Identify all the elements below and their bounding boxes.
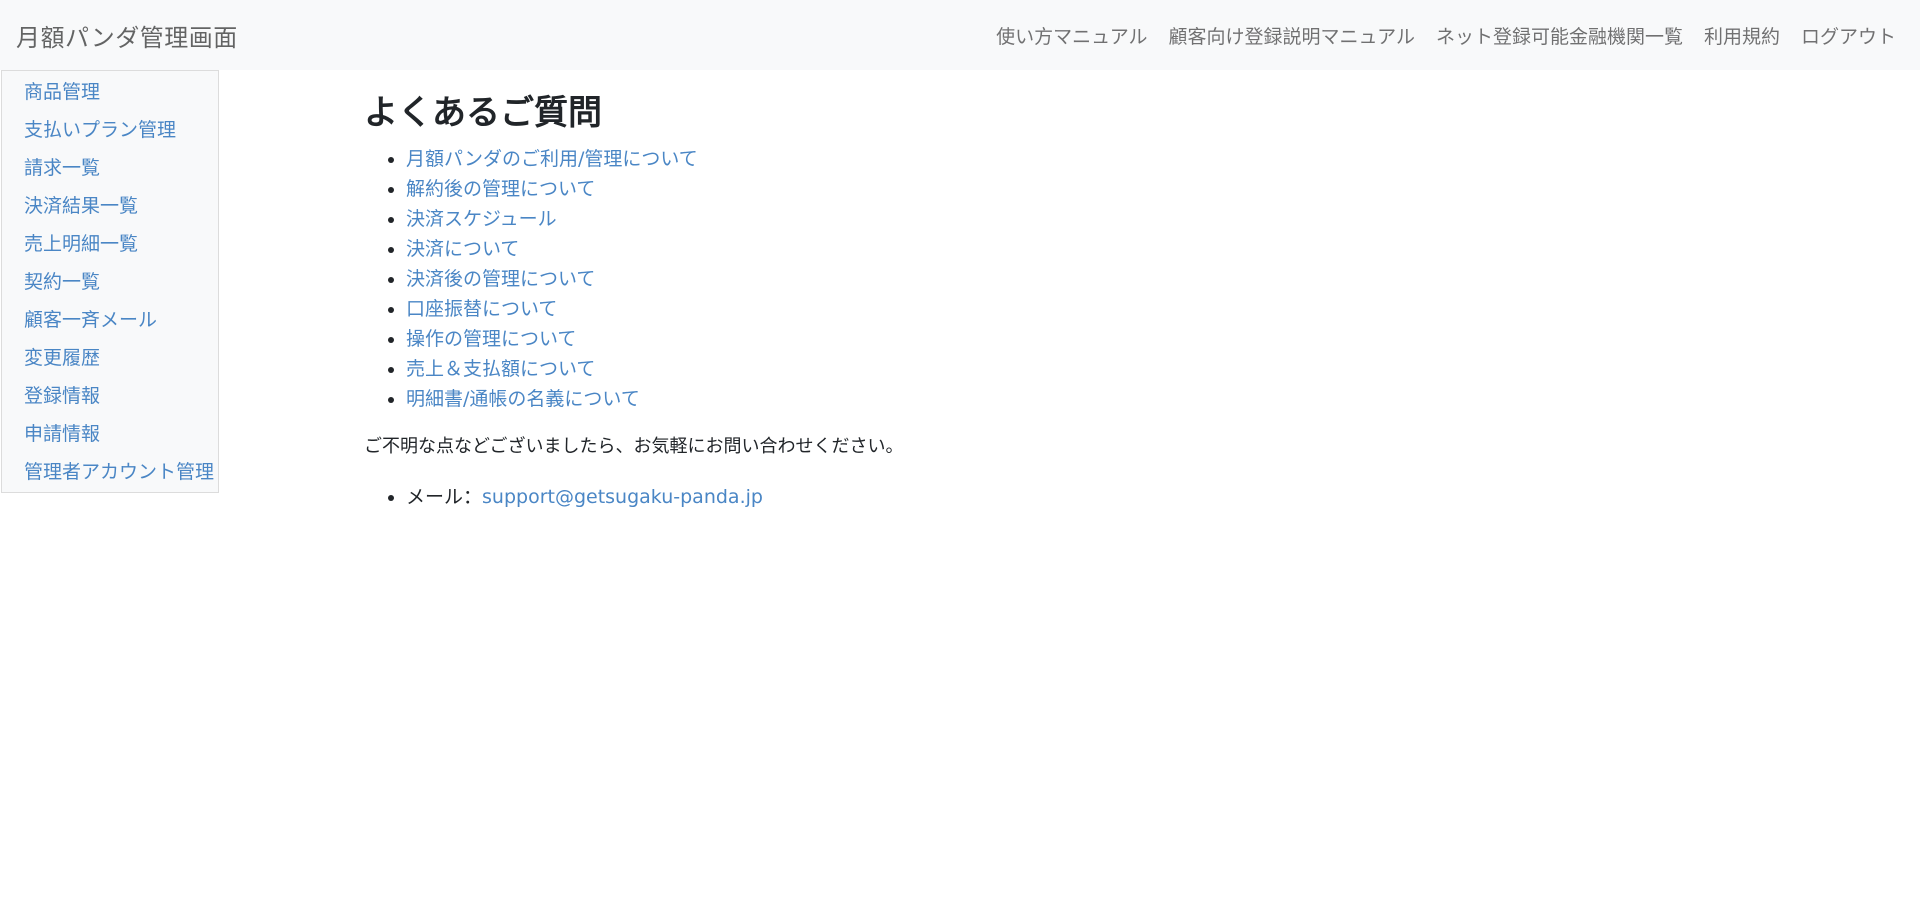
sidebar-item-invoices[interactable]: 請求一覧 [2,153,218,191]
sidebar-item-admin-accounts[interactable]: 管理者アカウント管理 [2,457,218,495]
list-item: 決済について [406,234,1564,264]
nav-terms-of-use[interactable]: 利用規約 [1704,22,1780,49]
list-item: 明細書/通帳の名義について [406,384,1564,414]
main-content: よくあるご質問 月額パンダのご利用/管理について 解約後の管理について 決済スケ… [364,88,1564,512]
header-nav: 使い方マニュアル 顧客向け登録説明マニュアル ネット登録可能金融機関一覧 利用規… [975,0,1896,70]
contact-mail-link[interactable]: support@getsugaku-panda.jp [482,486,763,508]
sidebar: 商品管理 支払いプラン管理 請求一覧 決済結果一覧 売上明細一覧 契約一覧 顧客… [1,70,219,493]
list-item: 口座振替について [406,294,1564,324]
sidebar-item-payment-results[interactable]: 決済結果一覧 [2,191,218,229]
faq-link-usage[interactable]: 月額パンダのご利用/管理について [406,148,698,170]
sidebar-item-registration-info[interactable]: 登録情報 [2,381,218,419]
sidebar-item-contracts[interactable]: 契約一覧 [2,267,218,305]
nav-financial-institutions-list[interactable]: ネット登録可能金融機関一覧 [1436,22,1683,49]
faq-link-account-transfer[interactable]: 口座振替について [406,298,557,320]
faq-link-after-cancellation[interactable]: 解約後の管理について [406,178,595,200]
list-item: 決済後の管理について [406,264,1564,294]
faq-link-payment[interactable]: 決済について [406,238,519,260]
nav-logout[interactable]: ログアウト [1801,22,1896,49]
sidebar-item-change-history[interactable]: 変更履歴 [2,343,218,381]
list-item: 解約後の管理について [406,174,1564,204]
faq-list: 月額パンダのご利用/管理について 解約後の管理について 決済スケジュール 決済に… [364,144,1564,414]
top-navbar: 月額パンダ管理画面 使い方マニュアル 顧客向け登録説明マニュアル ネット登録可能… [0,0,1920,70]
contact-mail-label: メール： [406,486,483,508]
sidebar-item-payment-plans[interactable]: 支払いプラン管理 [2,115,218,153]
faq-link-operations[interactable]: 操作の管理について [406,328,576,350]
list-item: 売上＆支払額について [406,354,1564,384]
list-item: メール：support@getsugaku-panda.jp [406,482,1564,512]
brand-link[interactable]: 月額パンダ管理画面 [16,18,238,53]
list-item: 月額パンダのご利用/管理について [406,144,1564,174]
sidebar-item-bulk-mail[interactable]: 顧客一斉メール [2,305,218,343]
contact-text: ご不明な点などございましたら、お気軽にお問い合わせください。 [364,436,904,457]
nav-usage-manual[interactable]: 使い方マニュアル [996,22,1147,49]
contact-list: メール：support@getsugaku-panda.jp [364,482,1564,512]
nav-customer-registration-manual[interactable]: 顧客向け登録説明マニュアル [1169,22,1415,49]
page-title: よくあるご質問 [364,93,602,133]
sidebar-item-products[interactable]: 商品管理 [2,77,218,115]
list-item: 決済スケジュール [406,204,1564,234]
sidebar-item-application-info[interactable]: 申請情報 [2,419,218,457]
faq-link-sales-payments[interactable]: 売上＆支払額について [406,358,595,380]
faq-link-statement-name[interactable]: 明細書/通帳の名義について [406,388,640,410]
faq-link-payment-schedule[interactable]: 決済スケジュール [406,208,557,230]
list-item: 操作の管理について [406,324,1564,354]
sidebar-item-sales-details[interactable]: 売上明細一覧 [2,229,218,267]
faq-link-after-payment[interactable]: 決済後の管理について [406,268,595,290]
